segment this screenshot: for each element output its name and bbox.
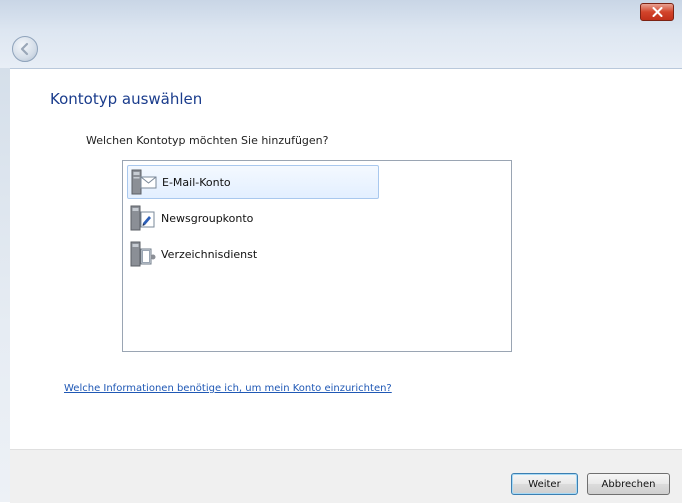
title-bar (0, 0, 682, 69)
close-icon (652, 7, 663, 17)
next-button[interactable]: Weiter (511, 473, 578, 495)
list-item-directory-service[interactable]: Verzeichnisdienst (127, 237, 379, 271)
newsgroup-account-icon (129, 203, 157, 233)
back-button[interactable] (12, 36, 38, 62)
list-item-label: E-Mail-Konto (162, 175, 231, 189)
close-button[interactable] (640, 3, 674, 21)
list-item-newsgroup-account[interactable]: Newsgroupkonto (127, 201, 379, 235)
help-link[interactable]: Welche Informationen benötige ich, um me… (64, 383, 392, 394)
cancel-button[interactable]: Abbrechen (587, 473, 670, 495)
list-item-label: Newsgroupkonto (161, 211, 254, 225)
footer-bar (10, 449, 682, 503)
question-text: Welchen Kontotyp möchten Sie hinzufügen? (86, 134, 329, 147)
window-left-edge (0, 68, 10, 502)
account-type-list[interactable]: E-Mail-Konto Newsgroupkonto Verzeichnisd… (122, 160, 512, 352)
directory-service-icon (129, 239, 157, 269)
back-arrow-icon (20, 42, 29, 56)
page-title: Kontotyp auswählen (50, 90, 203, 108)
email-account-icon (130, 167, 158, 197)
list-item-label: Verzeichnisdienst (161, 247, 258, 261)
list-item-email-account[interactable]: E-Mail-Konto (127, 165, 379, 199)
